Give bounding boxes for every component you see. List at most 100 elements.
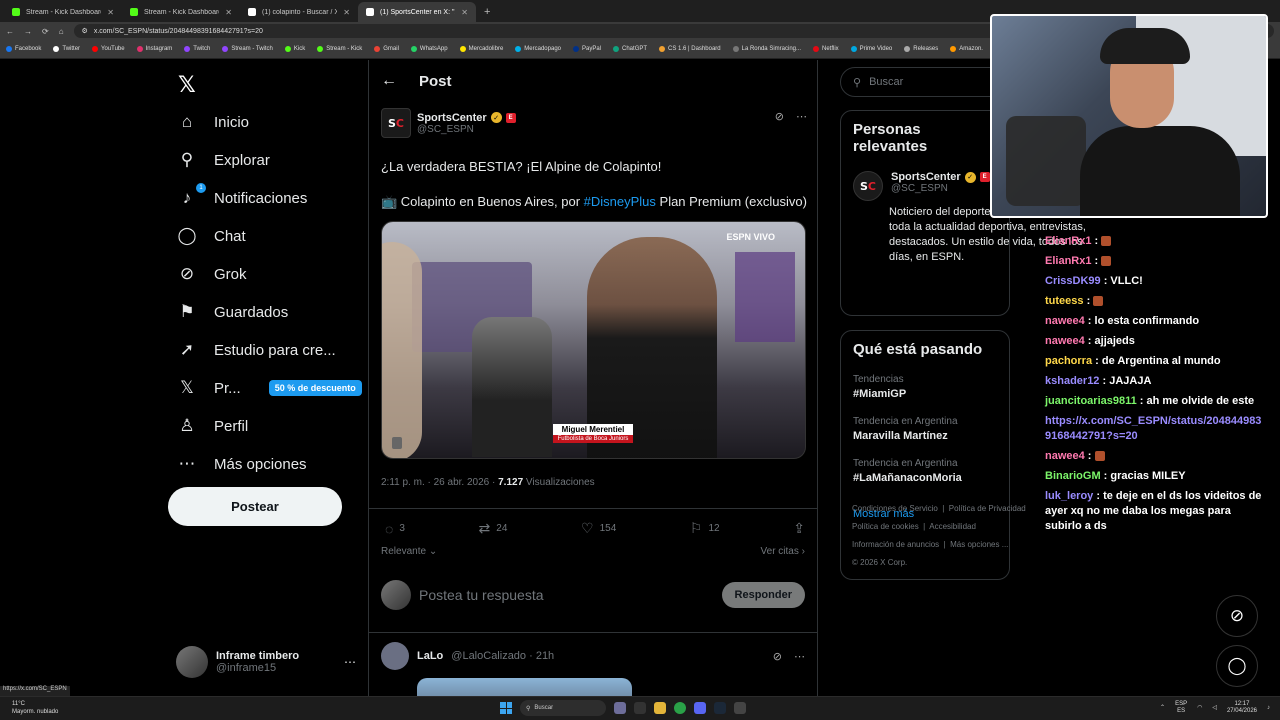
chrome-icon[interactable] bbox=[674, 702, 686, 714]
chat-username[interactable]: kshader12 bbox=[1045, 375, 1099, 387]
chat-username[interactable]: ElianRx1 bbox=[1045, 255, 1091, 267]
trend-item[interactable]: Tendencia en Argentina #LaMañanaconMoria bbox=[853, 458, 997, 484]
bookmark-item[interactable]: Instagram bbox=[136, 46, 172, 52]
account-switcher[interactable]: Inframe timbero @inframe15 ⋯ bbox=[176, 646, 356, 678]
hashtag-link[interactable]: #DisneyPlus bbox=[584, 194, 656, 209]
chat-username[interactable]: nawee4 bbox=[1045, 450, 1085, 462]
bookmark-item[interactable]: PayPal bbox=[573, 46, 601, 52]
chat-username[interactable]: luk_leroy bbox=[1045, 490, 1093, 502]
nav-item-premium[interactable]: 𝕏 Pr... 50 % de descuento bbox=[176, 378, 362, 398]
bookmark-item[interactable]: La Ronda Simracing... bbox=[732, 46, 801, 52]
browser-tab[interactable]: Stream - Kick Dashboard ✕ bbox=[4, 2, 122, 22]
trend-item[interactable]: Tendencia en Argentina Maravilla Martínez bbox=[853, 416, 997, 442]
nav-item-notificaciones[interactable]: ♪ 1 Notificaciones bbox=[176, 183, 307, 208]
chat-link[interactable]: https://x.com/SC_ESPN/status/20484498391… bbox=[1045, 415, 1261, 442]
back-arrow-icon[interactable]: ← bbox=[381, 72, 397, 90]
nav-item-estudio[interactable]: ➚ Estudio para cre... bbox=[176, 340, 336, 360]
sort-dropdown[interactable]: Relevante ⌄ bbox=[381, 546, 437, 557]
bookmark-item[interactable]: Mercadolibre bbox=[459, 46, 503, 52]
weather-widget[interactable]: 11°C Mayorm. nublado bbox=[12, 700, 58, 716]
nav-item-grok[interactable]: ⊘ Grok bbox=[176, 264, 247, 284]
chevron-up-icon[interactable]: ⌃ bbox=[1160, 705, 1165, 712]
nav-item-explorar[interactable]: ⚲ Explorar bbox=[176, 150, 270, 170]
footer-link[interactable]: Política de Privacidad bbox=[949, 504, 1026, 513]
browser-tab[interactable]: Stream - Kick Dashboard ✕ bbox=[122, 2, 240, 22]
close-tab-icon[interactable]: ✕ bbox=[343, 8, 350, 17]
app-icon[interactable] bbox=[614, 702, 626, 714]
post-button[interactable]: Postear bbox=[168, 487, 342, 526]
repost-button[interactable]: ⇄ 24 bbox=[479, 520, 508, 537]
notification-bell-icon[interactable]: ♪ bbox=[1267, 705, 1270, 712]
browser-tab-active[interactable]: (1) SportsCenter en X: "¿La verd✕ bbox=[358, 2, 476, 22]
reply-button[interactable]: ◌ 3 bbox=[385, 520, 405, 537]
nav-item-inicio[interactable]: ⌂ Inicio bbox=[176, 112, 249, 132]
windows-start-icon[interactable] bbox=[500, 702, 512, 714]
sportscenter-avatar[interactable]: SC bbox=[381, 108, 411, 138]
bookmark-item[interactable]: Prime Video bbox=[850, 46, 892, 52]
bookmark-item[interactable]: Stream - Twitch bbox=[222, 46, 273, 52]
footer-link[interactable]: Información de anuncios bbox=[852, 540, 939, 549]
nav-item-perfil[interactable]: ♙ Perfil bbox=[176, 416, 248, 436]
tweet-author[interactable]: SC SportsCenter ✓ E @SC_ESPN bbox=[381, 108, 807, 138]
folder-icon[interactable] bbox=[654, 702, 666, 714]
grok-icon[interactable]: ⊘ bbox=[775, 110, 784, 123]
taskbar-search[interactable]: ⚲ Buscar bbox=[520, 700, 606, 716]
bookmark-item[interactable]: Stream - Kick bbox=[317, 46, 362, 52]
nav-item-guardados[interactable]: ⚑ Guardados bbox=[176, 302, 288, 322]
volume-icon[interactable]: ◁ bbox=[1212, 705, 1217, 712]
reply-input[interactable]: Postea tu respuesta bbox=[419, 587, 714, 603]
more-icon[interactable]: ⋯ bbox=[794, 650, 805, 663]
steam-icon[interactable] bbox=[714, 702, 726, 714]
bookmark-item[interactable]: CS 1.6 | Dashboard bbox=[659, 46, 721, 52]
new-tab-button[interactable]: + bbox=[476, 2, 498, 22]
chat-username[interactable]: nawee4 bbox=[1045, 335, 1085, 347]
chat-username[interactable]: nawee4 bbox=[1045, 315, 1085, 327]
more-icon[interactable]: ⋯ bbox=[344, 655, 356, 669]
close-tab-icon[interactable]: ✕ bbox=[461, 8, 468, 17]
close-tab-icon[interactable]: ✕ bbox=[225, 8, 232, 17]
chat-icon[interactable]: ◯ bbox=[1216, 645, 1258, 687]
reload-icon[interactable]: ⟳ bbox=[42, 27, 49, 36]
like-button[interactable]: ♡ 154 bbox=[581, 520, 616, 537]
language-indicator[interactable]: ESP ES bbox=[1175, 701, 1187, 715]
bookmark-item[interactable]: Twitch bbox=[184, 46, 210, 52]
bookmark-item[interactable]: Netflix bbox=[813, 46, 839, 52]
video-control-icon[interactable] bbox=[392, 437, 402, 449]
x-logo-icon[interactable]: 𝕏 bbox=[178, 72, 196, 98]
tweet-video[interactable]: ESPN VIVO Miguel Merentiel Futbolista de… bbox=[381, 221, 806, 459]
bookmark-item[interactable]: ChatGPT bbox=[613, 46, 647, 52]
avatar[interactable] bbox=[381, 642, 409, 670]
forward-nav-icon[interactable]: → bbox=[24, 27, 32, 36]
grok-icon[interactable]: ⊘ bbox=[1216, 595, 1258, 637]
clock[interactable]: 12:17 27/04/2026 bbox=[1227, 701, 1257, 715]
app-icon[interactable] bbox=[634, 702, 646, 714]
reply-submit-button[interactable]: Responder bbox=[721, 582, 805, 608]
bookmark-button[interactable]: ⚐ 12 bbox=[690, 520, 720, 537]
home-nav-icon[interactable]: ⌂ bbox=[59, 27, 64, 36]
footer-link[interactable]: Accesibilidad bbox=[929, 522, 976, 531]
bookmark-item[interactable]: Mercadopago bbox=[515, 46, 561, 52]
relevant-person[interactable]: SC SportsCenter ✓ E @SC_ESPN bbox=[853, 171, 997, 201]
bookmark-item[interactable]: Amazon. bbox=[950, 46, 983, 52]
trend-item[interactable]: Tendencias #MiamiGP bbox=[853, 374, 997, 400]
bookmark-item[interactable]: WhatsApp bbox=[410, 46, 448, 52]
chat-username[interactable]: CrissDK99 bbox=[1045, 275, 1101, 287]
nav-item-chat[interactable]: ◯ Chat bbox=[176, 226, 245, 246]
nav-item-mas-opciones[interactable]: ⋯ Más opciones bbox=[176, 454, 307, 474]
footer-link[interactable]: Condiciones de Servicio bbox=[852, 504, 938, 513]
bookmark-item[interactable]: Releases bbox=[904, 46, 938, 52]
bookmark-item[interactable]: Twitter bbox=[53, 46, 80, 52]
quotes-link[interactable]: Ver citas › bbox=[761, 546, 805, 557]
share-button[interactable]: ⇪ bbox=[793, 520, 805, 537]
site-info-icon[interactable]: ⚙ bbox=[82, 27, 88, 35]
footer-link[interactable]: Más opciones ... bbox=[950, 540, 1008, 549]
wifi-icon[interactable]: ◠ bbox=[1197, 705, 1202, 712]
bookmark-item[interactable]: Facebook bbox=[6, 46, 41, 52]
bookmark-item[interactable]: YouTube bbox=[92, 46, 125, 52]
chat-username[interactable]: tuteess bbox=[1045, 295, 1084, 307]
more-icon[interactable]: ⋯ bbox=[796, 110, 807, 123]
discord-icon[interactable] bbox=[694, 702, 706, 714]
chat-username[interactable]: pachorra bbox=[1045, 355, 1092, 367]
grok-icon[interactable]: ⊘ bbox=[773, 650, 782, 663]
close-tab-icon[interactable]: ✕ bbox=[107, 8, 114, 17]
